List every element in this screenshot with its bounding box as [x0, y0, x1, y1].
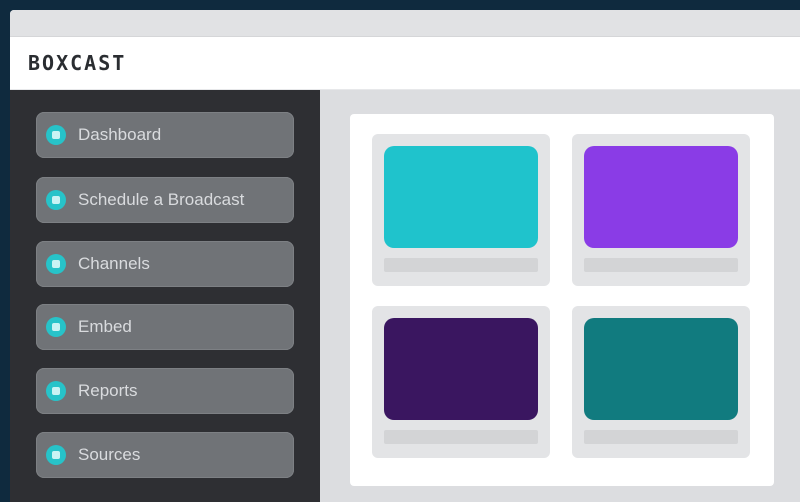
sidebar-item-label: Dashboard [78, 125, 162, 144]
sidebar-item-schedule-broadcast[interactable]: Schedule a Broadcast [36, 177, 294, 223]
sidebar-item-channels[interactable]: Channels [36, 241, 294, 287]
broadcast-title-placeholder [584, 258, 738, 272]
broadcast-card[interactable] [572, 306, 750, 458]
boxcast-logo[interactable]: BOXCAST [28, 51, 126, 75]
sidebar-item-label: Schedule a Broadcast [78, 190, 245, 209]
broadcast-thumbnail[interactable] [584, 146, 738, 248]
broadcast-card[interactable] [372, 134, 550, 286]
sidebar-item-label: Channels [78, 254, 150, 273]
main-content [320, 90, 800, 502]
sidebar-item-label: Reports [78, 381, 138, 400]
embed-icon [46, 317, 66, 337]
sidebar-item-dashboard[interactable]: Dashboard [36, 112, 294, 158]
broadcast-title-placeholder [384, 430, 538, 444]
broadcast-grid-panel [350, 114, 774, 486]
sidebar-item-embed[interactable]: Embed [36, 304, 294, 350]
window-titlebar [10, 10, 800, 37]
sidebar-item-label: Embed [78, 317, 132, 336]
broadcast-title-placeholder [384, 258, 538, 272]
sidebar-item-sources[interactable]: Sources [36, 432, 294, 478]
calendar-icon [46, 190, 66, 210]
app-header: BOXCAST [10, 37, 800, 89]
sources-icon [46, 445, 66, 465]
channels-icon [46, 254, 66, 274]
reports-icon [46, 381, 66, 401]
broadcast-card[interactable] [372, 306, 550, 458]
sidebar-item-label: Sources [78, 445, 141, 464]
app-window: BOXCAST Dashboard Schedule a Broadcast C… [10, 10, 800, 502]
broadcast-thumbnail[interactable] [384, 146, 538, 248]
sidebar-item-reports[interactable]: Reports [36, 368, 294, 414]
broadcast-title-placeholder [584, 430, 738, 444]
broadcast-thumbnail[interactable] [584, 318, 738, 420]
broadcast-card[interactable] [572, 134, 750, 286]
broadcast-thumbnail[interactable] [384, 318, 538, 420]
broadcast-icon [46, 125, 66, 145]
sidebar: Dashboard Schedule a Broadcast Channels … [10, 90, 320, 502]
